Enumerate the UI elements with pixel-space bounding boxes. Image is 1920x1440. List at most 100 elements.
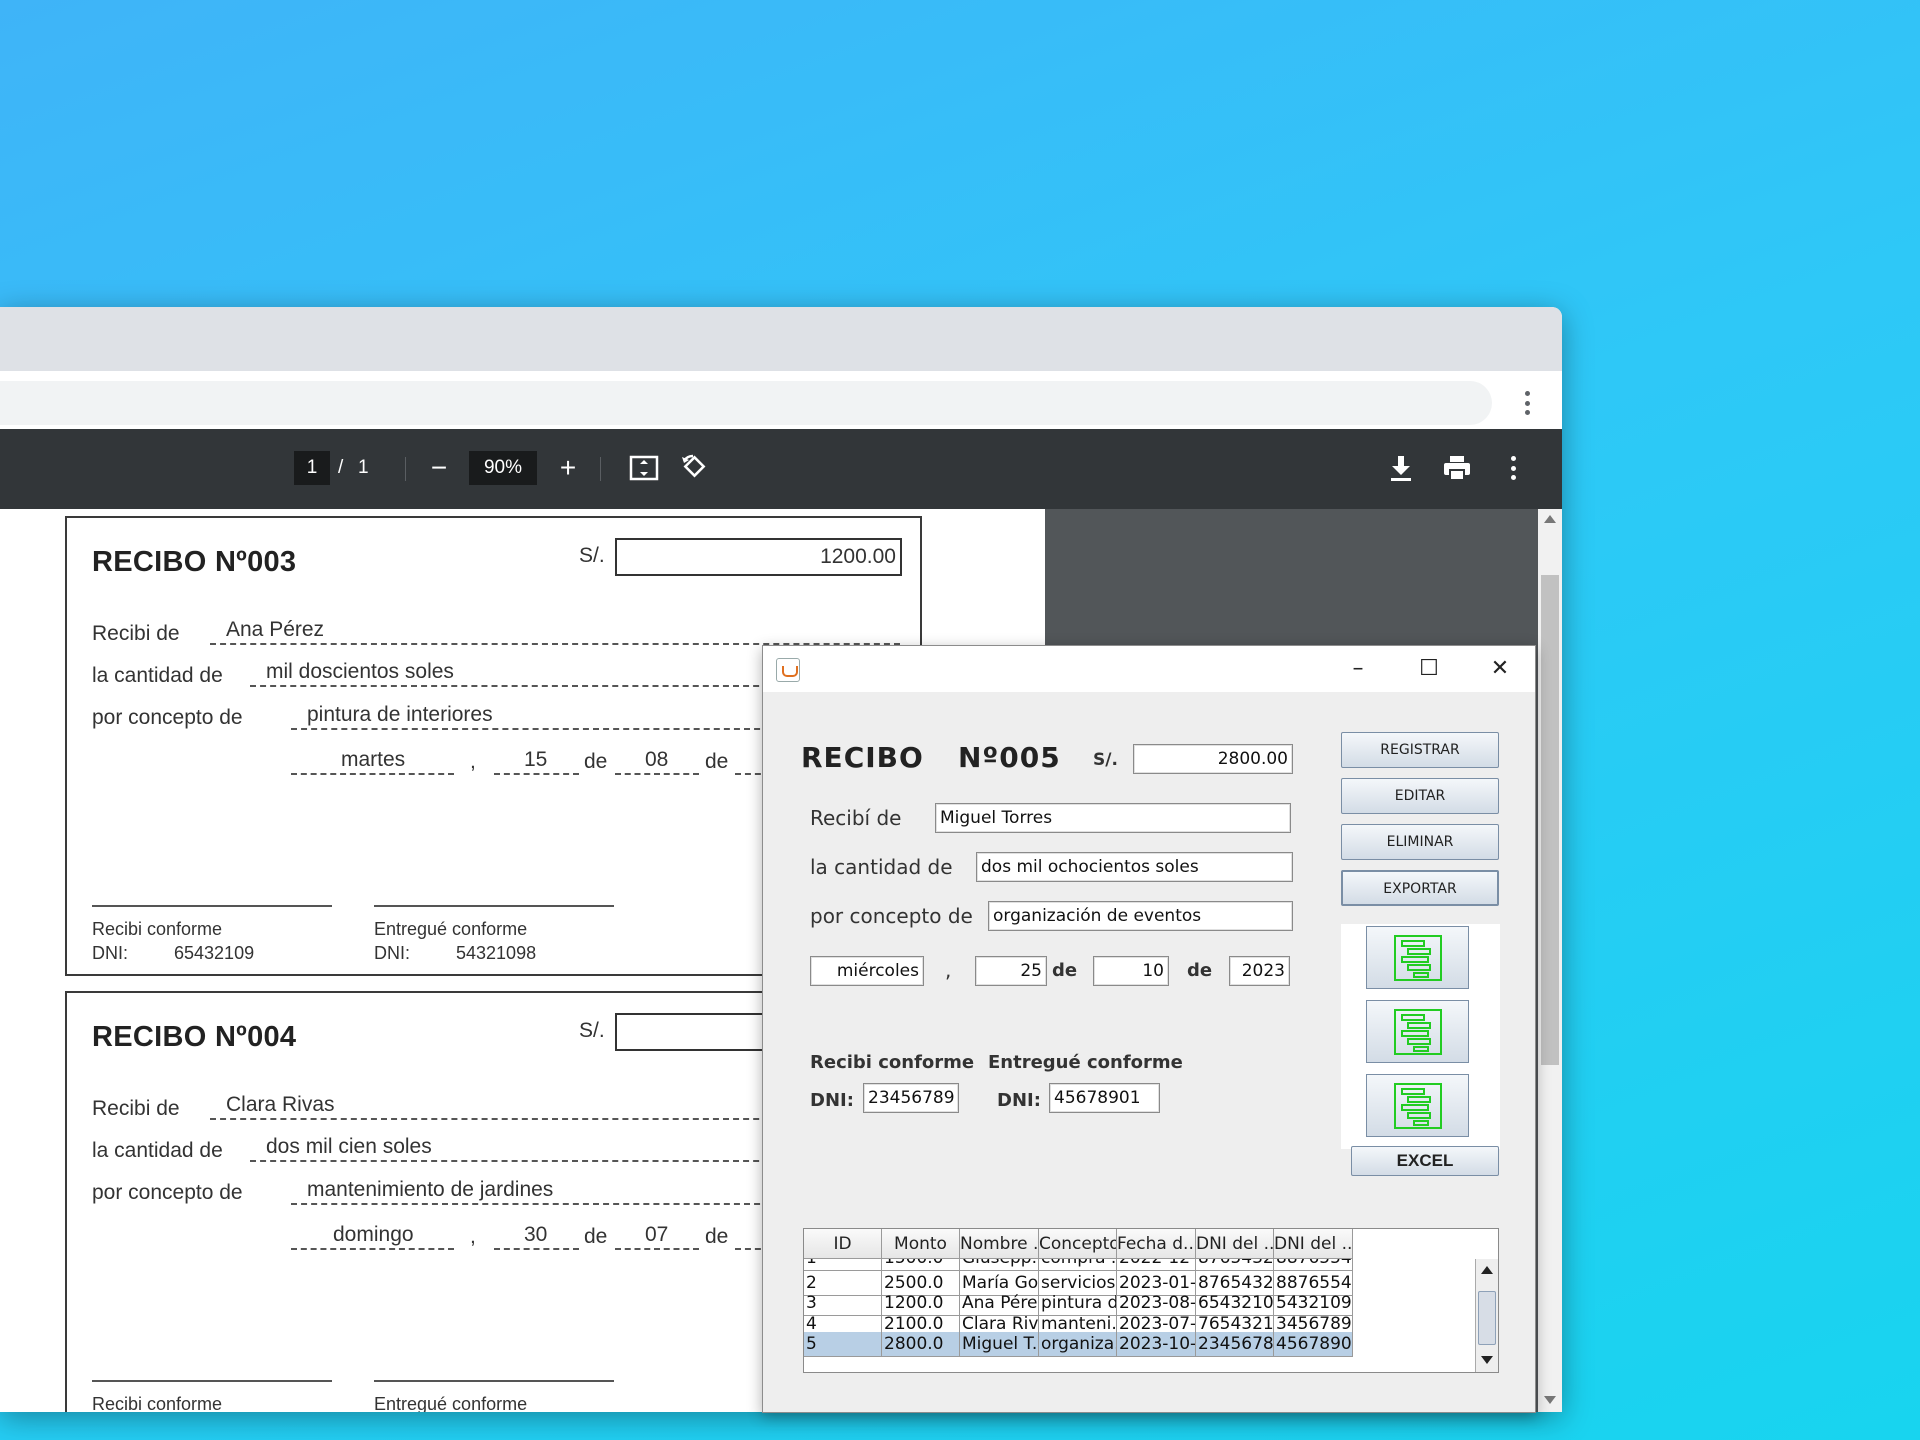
currency-label: S/. xyxy=(579,544,605,567)
maximize-icon[interactable]: ☐ xyxy=(1394,646,1464,692)
signature-line xyxy=(374,905,614,907)
scroll-down-arrow-icon[interactable] xyxy=(1544,1396,1556,1404)
scrollbar-thumb[interactable] xyxy=(1541,575,1559,1065)
eliminar-button[interactable]: ELIMINAR xyxy=(1341,824,1499,860)
de-label: de xyxy=(584,750,608,773)
month-field[interactable]: 10 xyxy=(1093,956,1169,986)
spreadsheet-icon xyxy=(1394,1009,1442,1055)
table-cell[interactable]: 45678901 xyxy=(1274,1332,1353,1357)
receipt-title: RECIBO Nº003 xyxy=(92,546,297,578)
toolbar-divider xyxy=(405,457,406,481)
more-vert-icon[interactable] xyxy=(1524,391,1530,415)
dni-left-field[interactable]: 23456789 xyxy=(863,1083,959,1113)
dni-label: DNI: xyxy=(374,943,410,963)
dni-label: DNI: xyxy=(92,943,128,963)
currency-label: S/. xyxy=(1093,750,1118,770)
table-cell[interactable]: organiza... xyxy=(1039,1332,1117,1357)
sig-left-label: Recibi conforme xyxy=(92,919,223,939)
column-header[interactable]: Monto xyxy=(882,1229,960,1259)
rotate-icon[interactable] xyxy=(679,453,709,483)
page-number-input[interactable]: 1 xyxy=(294,451,330,485)
zoom-level[interactable]: 90% xyxy=(469,451,537,485)
fit-page-icon[interactable] xyxy=(629,455,659,481)
sig-left-label: Recibi conforme xyxy=(810,1052,975,1073)
pdf-more-icon[interactable] xyxy=(1510,456,1516,480)
dialog-number: Nº005 xyxy=(958,741,1061,774)
day-name-field[interactable]: miércoles xyxy=(810,956,924,986)
address-bar[interactable] xyxy=(0,381,1492,425)
spreadsheet-icon xyxy=(1394,1083,1442,1129)
sig-right-label: Entregué conforme xyxy=(988,1052,1183,1073)
exportar-button[interactable]: EXPORTAR xyxy=(1341,870,1499,906)
table-cell[interactable]: Miguel T... xyxy=(960,1332,1039,1357)
editar-button[interactable]: EDITAR xyxy=(1341,778,1499,814)
recibi-field[interactable]: Miguel Torres xyxy=(935,803,1291,833)
signature-line xyxy=(92,1380,332,1382)
scroll-up-arrow-icon[interactable] xyxy=(1481,1266,1493,1274)
signature-line xyxy=(374,1380,614,1382)
table-scrollbar-thumb[interactable] xyxy=(1478,1291,1496,1345)
excel-button[interactable]: EXCEL xyxy=(1351,1146,1499,1176)
table-cell[interactable]: 2800.0 xyxy=(882,1332,960,1357)
column-header[interactable]: DNI del ... xyxy=(1196,1229,1274,1259)
table-cell[interactable]: 23456789 xyxy=(1196,1332,1274,1357)
zoom-in-icon[interactable]: + xyxy=(548,451,588,485)
table-cell[interactable]: 2023-10-... xyxy=(1117,1332,1196,1357)
de-label: de xyxy=(1187,960,1213,981)
date-comma: , xyxy=(470,750,476,773)
cantidad-label: la cantidad de xyxy=(810,855,953,879)
year-field[interactable]: 2023 xyxy=(1229,956,1290,986)
month-number: 08 xyxy=(615,749,699,775)
dni-right-value: 54321098 xyxy=(456,943,537,963)
recibi-value: Ana Pérez xyxy=(210,619,900,645)
cantidad-label: la cantidad de xyxy=(92,664,223,687)
dni-label: DNI: xyxy=(997,1090,1041,1111)
scroll-up-arrow-icon[interactable] xyxy=(1544,515,1556,523)
date-comma: , xyxy=(470,1225,476,1248)
sig-left-label: Recibi conforme xyxy=(92,1394,223,1412)
sig-right-label: Entregué conforme xyxy=(374,1394,528,1412)
recibo-dialog: – ☐ ✕ RECIBO Nº005 S/. 2800.00 Recibí de… xyxy=(762,645,1536,1413)
day-number: 30 xyxy=(494,1224,579,1250)
download-icon[interactable] xyxy=(1388,453,1414,483)
spreadsheet-button[interactable] xyxy=(1366,926,1469,989)
de-label: de xyxy=(1052,960,1078,981)
column-header[interactable]: Concepto xyxy=(1039,1229,1117,1259)
amount-field[interactable]: 2800.00 xyxy=(1133,744,1293,774)
close-icon[interactable]: ✕ xyxy=(1465,646,1535,692)
spreadsheet-button[interactable] xyxy=(1366,1000,1469,1063)
signature-line xyxy=(92,905,332,907)
cantidad-label: la cantidad de xyxy=(92,1139,223,1162)
spreadsheet-button[interactable] xyxy=(1366,1074,1469,1137)
sig-right-label: Entregué conforme xyxy=(374,919,528,939)
scroll-down-arrow-icon[interactable] xyxy=(1481,1356,1493,1364)
column-header[interactable]: Nombre ... xyxy=(960,1229,1039,1259)
zoom-out-icon[interactable]: − xyxy=(419,451,459,485)
concepto-label: por concepto de xyxy=(810,904,973,928)
day-number: 15 xyxy=(494,749,579,775)
print-icon[interactable] xyxy=(1442,453,1472,483)
dni-right-field[interactable]: 45678901 xyxy=(1049,1083,1160,1113)
page-total: 1 xyxy=(358,457,369,478)
java-app-icon xyxy=(776,658,800,682)
day-name: martes xyxy=(291,749,454,775)
dialog-titlebar[interactable]: – ☐ ✕ xyxy=(763,646,1535,692)
minimize-icon[interactable]: – xyxy=(1323,646,1393,692)
tab-strip xyxy=(0,307,1562,371)
pdf-toolbar: 1 / 1 − 90% + xyxy=(0,429,1562,509)
column-header[interactable]: DNI del ... xyxy=(1274,1229,1353,1259)
dni-label: DNI: xyxy=(810,1090,854,1111)
day-name: domingo xyxy=(291,1224,454,1250)
toolbar-divider xyxy=(600,457,601,481)
table-row[interactable]: 52800.0Miguel T...organiza...2023-10-...… xyxy=(804,1332,1475,1357)
column-header[interactable]: Fecha d... xyxy=(1117,1229,1196,1259)
table-cell[interactable]: 5 xyxy=(804,1332,882,1357)
registrar-button[interactable]: REGISTRAR xyxy=(1341,732,1499,768)
receipts-table[interactable]: IDMontoNombre ...ConceptoFecha d...DNI d… xyxy=(803,1228,1499,1373)
concepto-label: por concepto de xyxy=(92,706,243,729)
cantidad-field[interactable]: dos mil ochocientos soles xyxy=(976,852,1293,882)
column-header[interactable]: ID xyxy=(804,1229,882,1259)
concepto-field[interactable]: organización de eventos xyxy=(988,901,1293,931)
amount-box: 1200.00 xyxy=(615,538,902,576)
day-field[interactable]: 25 xyxy=(975,956,1047,986)
